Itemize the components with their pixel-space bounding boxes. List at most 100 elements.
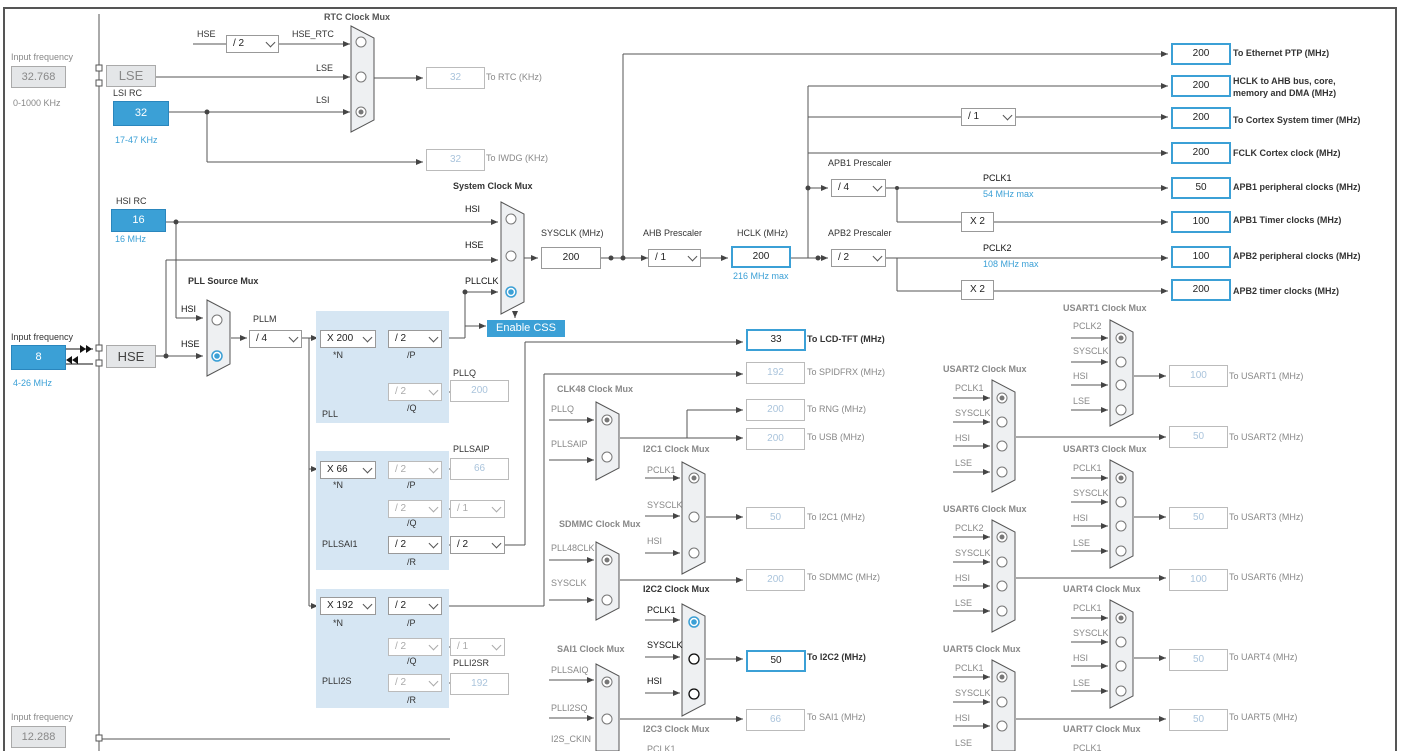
ahb-prescaler-label: AHB Prescaler bbox=[643, 228, 703, 238]
to-iwdg-label: To IWDG (KHz) bbox=[486, 153, 548, 163]
apb1-peripheral-label: APB1 peripheral clocks (MHz) bbox=[1233, 182, 1361, 192]
hse-range-label: 4-26 MHz bbox=[13, 378, 53, 388]
pllsai-n-label: *N bbox=[333, 480, 344, 490]
usart3-hsi-label: HSI bbox=[1073, 513, 1089, 523]
uart5-hsi-label: HSI bbox=[955, 713, 971, 723]
lse-frequency-input[interactable]: 32.768 bbox=[11, 66, 66, 88]
hse-rtc-label: HSE_RTC bbox=[292, 29, 334, 39]
pllsai-q-select[interactable]: / 2 bbox=[388, 500, 442, 518]
i2s-ckin-frequency-input[interactable]: 12.288 bbox=[11, 726, 66, 748]
fclk-value[interactable]: 200 bbox=[1171, 142, 1231, 164]
system-clock-mux-label: System Clock Mux bbox=[453, 181, 533, 191]
pll-p-label: /P bbox=[407, 350, 416, 360]
lse-range-label: 0-1000 KHz bbox=[13, 98, 61, 108]
i2c2-value[interactable]: 50 bbox=[746, 650, 806, 672]
pllm-select[interactable]: / 4 bbox=[249, 330, 302, 348]
ahb-prescaler-select[interactable]: / 1 bbox=[648, 249, 701, 267]
uart4-hsi-label: HSI bbox=[1073, 653, 1089, 663]
apb1-timer-multiplier: X 2 bbox=[961, 212, 994, 232]
plli2s-n-select[interactable]: X 192 bbox=[320, 597, 376, 615]
i2c2-sysclk-label: SYSCLK bbox=[647, 640, 683, 650]
hclk-ahb-label-line2: memory and DMA (MHz) bbox=[1233, 88, 1337, 98]
apb2-prescaler-select[interactable]: / 2 bbox=[831, 249, 886, 267]
lsi-rc-value: 32 bbox=[113, 101, 169, 126]
i2c1-value: 50 bbox=[746, 507, 805, 529]
pllmux-hsi-label: HSI bbox=[181, 304, 197, 314]
to-rtc-label: To RTC (KHz) bbox=[486, 72, 542, 82]
sai1-clock-mux-label: SAI1 Clock Mux bbox=[557, 644, 625, 654]
pll-p-select[interactable]: / 2 bbox=[388, 330, 442, 348]
usart1-clock-mux-label: USART1 Clock Mux bbox=[1063, 303, 1147, 313]
rtc-hse-divider-select[interactable]: / 2 bbox=[226, 35, 279, 53]
apb2-peripheral-label: APB2 peripheral clocks (MHz) bbox=[1233, 251, 1361, 261]
plli2s-label: PLLI2S bbox=[322, 676, 352, 686]
uart5-pclk1-label: PCLK1 bbox=[955, 663, 984, 673]
hse-rtc-input-label: HSE bbox=[197, 29, 216, 39]
hse-frequency-input[interactable]: 8 bbox=[11, 345, 66, 370]
pllsai-p-select[interactable]: / 2 bbox=[388, 461, 442, 479]
sysclk-value[interactable]: 200 bbox=[541, 247, 601, 269]
lse-oscillator: LSE bbox=[106, 65, 156, 87]
uart5-sysclk-label: SYSCLK bbox=[955, 688, 991, 698]
usart2-label: To USART2 (MHz) bbox=[1229, 432, 1304, 442]
cortex-timer-divider-select[interactable]: / 1 bbox=[961, 108, 1016, 126]
pllsai-r-label: /R bbox=[407, 557, 416, 567]
apb2-prescaler-label: APB2 Prescaler bbox=[828, 228, 892, 238]
lsi-range-label: 17-47 KHz bbox=[115, 135, 158, 145]
pll-source-mux-shape bbox=[206, 299, 231, 377]
usart2-pclk1-label: PCLK1 bbox=[955, 383, 984, 393]
plli2s-p-label: /P bbox=[407, 618, 416, 628]
usart3-value: 50 bbox=[1169, 507, 1228, 529]
cortex-timer-value[interactable]: 200 bbox=[1171, 107, 1231, 129]
usart6-pclk2-label: PCLK2 bbox=[955, 523, 984, 533]
lcd-tft-value[interactable]: 33 bbox=[746, 329, 806, 351]
usart1-value: 100 bbox=[1169, 365, 1228, 387]
pllsai-q-post-divider-select[interactable]: / 1 bbox=[450, 500, 505, 518]
usb-label: To USB (MHz) bbox=[807, 432, 865, 442]
enable-css-button[interactable]: Enable CSS bbox=[487, 320, 565, 337]
pllsaip-label: PLLSAIP bbox=[453, 444, 490, 454]
usart3-sysclk-label: SYSCLK bbox=[1073, 488, 1109, 498]
sdmmc-value: 200 bbox=[746, 569, 805, 591]
ethernet-ptp-label: To Ethernet PTP (MHz) bbox=[1233, 48, 1330, 58]
clk48-pllsaip-label: PLLSAIP bbox=[551, 439, 588, 449]
hclk-ahb-value[interactable]: 200 bbox=[1171, 75, 1231, 97]
pllsai-n-select[interactable]: X 66 bbox=[320, 461, 376, 479]
usart3-lse-label: LSE bbox=[1073, 538, 1091, 548]
usart1-label: To USART1 (MHz) bbox=[1229, 371, 1304, 381]
hclk-value[interactable]: 200 bbox=[731, 246, 791, 268]
ethernet-ptp-value[interactable]: 200 bbox=[1171, 43, 1231, 65]
usart2-value: 50 bbox=[1169, 426, 1228, 448]
apb1-prescaler-select[interactable]: / 4 bbox=[831, 179, 886, 197]
i2c2-clock-mux-label: I2C2 Clock Mux bbox=[643, 584, 710, 594]
apb2-timer-value[interactable]: 200 bbox=[1171, 279, 1231, 301]
uart5-clock-mux-label: UART5 Clock Mux bbox=[943, 644, 1021, 654]
pllsai-r-post-divider-select[interactable]: / 2 bbox=[450, 536, 505, 554]
plli2s-p-select[interactable]: / 2 bbox=[388, 597, 442, 615]
usart2-sysclk-label: SYSCLK bbox=[955, 408, 991, 418]
i2c1-clock-mux-label: I2C1 Clock Mux bbox=[643, 444, 710, 454]
pllm-label: PLLM bbox=[253, 314, 277, 324]
apb1-peripheral-value[interactable]: 50 bbox=[1171, 177, 1231, 199]
pll-q-select[interactable]: / 2 bbox=[388, 383, 442, 401]
apb2-peripheral-value[interactable]: 100 bbox=[1171, 246, 1231, 268]
pllq-value: 200 bbox=[450, 380, 509, 402]
i2c2-label: To I2C2 (MHz) bbox=[807, 652, 866, 662]
plli2s-r-select[interactable]: / 2 bbox=[388, 674, 442, 692]
hsi-rc-value: 16 bbox=[111, 209, 166, 232]
apb1-timer-value[interactable]: 100 bbox=[1171, 211, 1231, 233]
plli2s-q-select[interactable]: / 2 bbox=[388, 638, 442, 656]
sdmmc-clock-mux-shape bbox=[595, 541, 620, 621]
usart1-lse-label: LSE bbox=[1073, 396, 1091, 406]
usart1-hsi-label: HSI bbox=[1073, 371, 1089, 381]
pll-label: PLL bbox=[322, 409, 339, 419]
rng-value: 200 bbox=[746, 399, 805, 421]
sai1-value: 66 bbox=[746, 709, 805, 731]
sysclk-label: SYSCLK (MHz) bbox=[541, 228, 604, 238]
plli2s-q-post-divider-select[interactable]: / 1 bbox=[450, 638, 505, 656]
pll-n-select[interactable]: X 200 bbox=[320, 330, 376, 348]
uart4-clock-mux-label: UART4 Clock Mux bbox=[1063, 584, 1141, 594]
usart1-pclk2-label: PCLK2 bbox=[1073, 321, 1102, 331]
pllsai-r-select[interactable]: / 2 bbox=[388, 536, 442, 554]
sysmux-pllclk-label: PLLCLK bbox=[465, 276, 499, 286]
